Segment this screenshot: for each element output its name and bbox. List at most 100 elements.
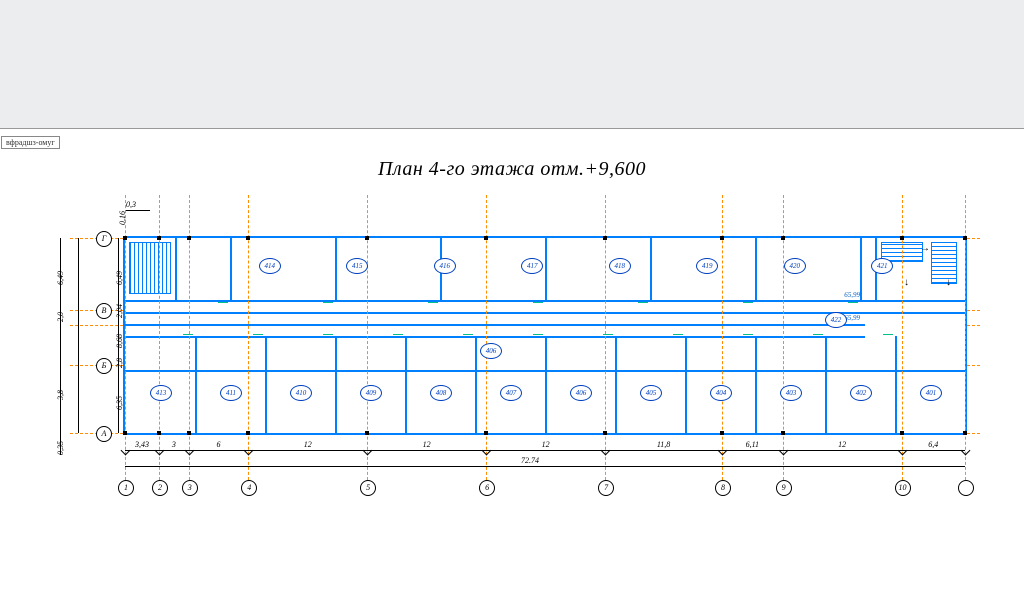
door-marker bbox=[603, 334, 613, 335]
wall bbox=[230, 238, 232, 300]
arrow-icon: → bbox=[920, 244, 930, 254]
room-bubble: 401 bbox=[920, 385, 942, 401]
door-marker bbox=[463, 334, 473, 335]
dim-line bbox=[125, 450, 965, 451]
column-marker bbox=[187, 431, 191, 435]
column-marker bbox=[246, 236, 250, 240]
drawing-title: План 4-го этажа отм.+9,600 bbox=[0, 158, 1024, 181]
dim-value: 12 bbox=[293, 440, 323, 449]
column-marker bbox=[484, 431, 488, 435]
door-marker bbox=[253, 334, 263, 335]
door-marker bbox=[743, 302, 753, 303]
door-marker bbox=[323, 302, 333, 303]
dim-value: 3 bbox=[159, 440, 189, 449]
room-bubble: 422 bbox=[825, 312, 847, 328]
wall bbox=[860, 238, 862, 300]
wall bbox=[265, 336, 267, 433]
column-marker bbox=[720, 236, 724, 240]
axis-bubble-letter: Б bbox=[96, 358, 112, 374]
room-bubble: 418 bbox=[609, 258, 631, 274]
wall bbox=[825, 336, 827, 433]
column-marker bbox=[246, 431, 250, 435]
room-bubble: 420 bbox=[784, 258, 806, 274]
stairs-right bbox=[932, 243, 956, 283]
dim-value: 6,35 bbox=[115, 396, 124, 410]
dim-value: 2,04 bbox=[115, 304, 124, 318]
door-marker bbox=[323, 334, 333, 335]
wall bbox=[405, 336, 407, 433]
room-bubble: 416 bbox=[434, 258, 456, 274]
dim-value: 12 bbox=[827, 440, 857, 449]
axis-bubble-number: 8 bbox=[715, 480, 731, 496]
wall bbox=[475, 336, 477, 433]
wall bbox=[195, 336, 197, 433]
room-bubble: 407 bbox=[500, 385, 522, 401]
room-bubble: 411 bbox=[220, 385, 242, 401]
axis-bubble-letter: В bbox=[96, 303, 112, 319]
door-marker bbox=[813, 334, 823, 335]
dim-line bbox=[125, 466, 965, 467]
axis-bubble-number: 1 bbox=[118, 480, 134, 496]
dim-value: 11,8 bbox=[649, 440, 679, 449]
dim-value: 6,49 bbox=[115, 271, 124, 285]
column-marker bbox=[781, 236, 785, 240]
dim-value: 8,68 bbox=[115, 334, 124, 348]
axis-bubble-number bbox=[958, 480, 974, 496]
column-marker bbox=[157, 236, 161, 240]
column-marker bbox=[187, 236, 191, 240]
room-bubble: 410 bbox=[290, 385, 312, 401]
dim-value: 0,35 bbox=[56, 441, 65, 455]
door-marker bbox=[673, 334, 683, 335]
column-marker bbox=[123, 431, 127, 435]
column-marker bbox=[123, 236, 127, 240]
door-marker bbox=[743, 334, 753, 335]
door-marker bbox=[883, 334, 893, 335]
column-marker bbox=[157, 431, 161, 435]
wall bbox=[615, 336, 617, 433]
dim-value: 6,49 bbox=[56, 271, 65, 285]
corridor-dimension: 65,99 bbox=[820, 291, 860, 299]
room-bubble: 408 bbox=[430, 385, 452, 401]
column-marker bbox=[365, 431, 369, 435]
column-marker bbox=[603, 431, 607, 435]
column-marker bbox=[484, 236, 488, 240]
wall bbox=[545, 238, 547, 300]
axis-bubble-number: 4 bbox=[241, 480, 257, 496]
dim-value: 2,0 bbox=[56, 312, 65, 322]
wall bbox=[335, 336, 337, 433]
dim-line bbox=[60, 238, 61, 433]
layer-tab[interactable]: вфрадшз-омуг bbox=[1, 136, 60, 149]
column-marker bbox=[781, 431, 785, 435]
axis-bubble-letter: Г bbox=[96, 231, 112, 247]
door-marker bbox=[218, 302, 228, 303]
wall bbox=[545, 336, 547, 433]
dim-value: 6,11 bbox=[737, 440, 767, 449]
wall bbox=[755, 238, 757, 300]
wall bbox=[125, 336, 865, 338]
arrow-icon: ↓ bbox=[904, 278, 909, 288]
room-bubble: 406 bbox=[570, 385, 592, 401]
room-bubble: 404 bbox=[710, 385, 732, 401]
room-bubble: 406 bbox=[480, 343, 502, 359]
door-marker bbox=[848, 302, 858, 303]
stairs-left bbox=[130, 243, 170, 293]
column-marker bbox=[900, 236, 904, 240]
dim-value: 6,4 bbox=[918, 440, 948, 449]
column-marker bbox=[963, 431, 967, 435]
axis-bubble-number: 3 bbox=[182, 480, 198, 496]
room-bubble: 402 bbox=[850, 385, 872, 401]
axis-bubble-number: 10 bbox=[895, 480, 911, 496]
dim-value: 6 bbox=[203, 440, 233, 449]
axis-bubble-number: 2 bbox=[152, 480, 168, 496]
door-marker bbox=[533, 334, 543, 335]
wall bbox=[125, 300, 965, 302]
room-bubble: 405 bbox=[640, 385, 662, 401]
wall bbox=[755, 336, 757, 433]
axis-bubble-number: 7 bbox=[598, 480, 614, 496]
axis-bubble-number: 6 bbox=[479, 480, 495, 496]
column-marker bbox=[603, 236, 607, 240]
arrow-icon: ↓ bbox=[946, 278, 951, 288]
dim-value: 0,3 bbox=[126, 200, 136, 209]
wall bbox=[125, 324, 865, 326]
dim-value: 12 bbox=[531, 440, 561, 449]
